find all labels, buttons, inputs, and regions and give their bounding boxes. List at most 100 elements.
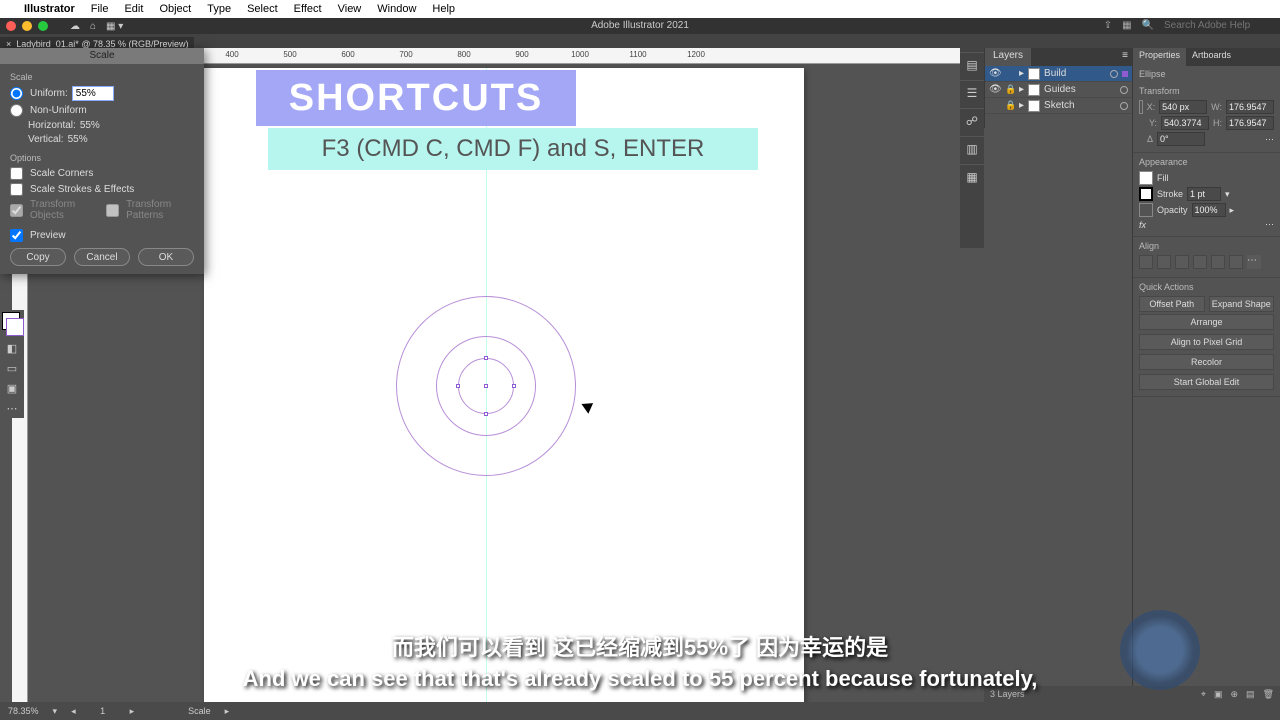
expand-layer-icon[interactable]: ▸ <box>1019 100 1024 111</box>
layer-name[interactable]: Sketch <box>1044 100 1116 111</box>
properties-icon[interactable]: ▤ <box>960 52 984 76</box>
scale-corners-checkbox[interactable] <box>10 167 23 180</box>
artboard-next-icon[interactable]: ▸ <box>130 706 135 717</box>
h-field[interactable] <box>1226 116 1274 130</box>
mac-menu-bar[interactable]: Illustrator File Edit Object Type Select… <box>0 0 1280 18</box>
right-tool-column[interactable]: ▤ ☰ ☍ ▥ ▦ <box>960 48 984 248</box>
align-bottom-icon[interactable] <box>1229 255 1243 269</box>
share-icon[interactable]: ⇪ <box>1104 20 1112 31</box>
screen-mode-icon[interactable]: ▣ <box>0 378 24 398</box>
selection-handle[interactable] <box>512 384 516 388</box>
stroke-swatch[interactable] <box>6 318 24 336</box>
opacity-dropdown-icon[interactable]: ▸ <box>1230 205 1235 216</box>
properties-panel[interactable]: Properties Artboards Ellipse Transform X… <box>1132 48 1280 702</box>
menu-effect[interactable]: Effect <box>294 3 322 15</box>
menu-select[interactable]: Select <box>247 3 278 15</box>
layer-name[interactable]: Guides <box>1044 84 1116 95</box>
stroke-weight-field[interactable] <box>1187 187 1221 201</box>
new-layer-icon[interactable]: ▤ <box>1246 689 1255 700</box>
artboard-number-field[interactable] <box>90 706 116 716</box>
recolor-button[interactable]: Recolor <box>1139 354 1274 370</box>
layer-row-guides[interactable]: 👁 🔒 ▸ Guides <box>985 82 1132 98</box>
layer-row-build[interactable]: 👁 ▸ Build <box>985 66 1132 82</box>
offset-path-button[interactable]: Offset Path <box>1139 296 1205 312</box>
layer-target-icon[interactable] <box>1110 70 1118 78</box>
global-edit-button[interactable]: Start Global Edit <box>1139 374 1274 390</box>
stroke-dropdown-icon[interactable]: ▾ <box>1225 189 1230 200</box>
artboards-tab[interactable]: Artboards <box>1186 48 1237 66</box>
menu-view[interactable]: View <box>338 3 362 15</box>
ok-button[interactable]: OK <box>138 248 194 266</box>
layer-name[interactable]: Build <box>1044 68 1106 79</box>
menu-type[interactable]: Type <box>207 3 231 15</box>
selection-handle[interactable] <box>456 384 460 388</box>
copy-button[interactable]: Copy <box>10 248 66 266</box>
angle-field[interactable] <box>1157 132 1205 146</box>
lock-toggle-icon[interactable]: 🔒 <box>1005 100 1015 111</box>
w-field[interactable] <box>1226 100 1274 114</box>
menu-help[interactable]: Help <box>432 3 455 15</box>
fill-swatch[interactable] <box>1139 171 1153 185</box>
lock-toggle-icon[interactable]: 🔒 <box>1005 84 1015 95</box>
status-dropdown-icon[interactable]: ▸ <box>225 706 230 717</box>
draw-mode-icon[interactable]: ▭ <box>0 358 24 378</box>
align-left-icon[interactable] <box>1139 255 1153 269</box>
edit-toolbar-icon[interactable]: ⋯ <box>0 398 24 418</box>
expand-layer-icon[interactable]: ▸ <box>1019 68 1024 79</box>
arrange-button[interactable]: Arrange <box>1139 314 1274 330</box>
preview-checkbox[interactable] <box>10 229 23 242</box>
menu-object[interactable]: Object <box>159 3 191 15</box>
uniform-radio[interactable] <box>10 87 23 100</box>
misc-panel-icon-2[interactable]: ▦ <box>960 164 984 188</box>
more-transform-icon[interactable]: ⋯ <box>1265 134 1274 145</box>
artboard-prev-icon[interactable]: ◂ <box>71 706 76 717</box>
uniform-value-field[interactable] <box>72 86 114 101</box>
fx-label[interactable]: fx <box>1139 220 1146 230</box>
layer-target-icon[interactable] <box>1120 86 1128 94</box>
search-icon[interactable]: 🔍 <box>1142 20 1154 31</box>
more-appearance-icon[interactable]: ⋯ <box>1265 219 1274 230</box>
menu-window[interactable]: Window <box>377 3 416 15</box>
expand-layer-icon[interactable]: ▸ <box>1019 84 1024 95</box>
comments-icon[interactable]: ☍ <box>960 108 984 132</box>
delete-layer-icon[interactable]: 🗑 <box>1263 689 1274 700</box>
menu-file[interactable]: File <box>91 3 109 15</box>
layer-row-sketch[interactable]: 🔒 ▸ Sketch <box>985 98 1132 114</box>
align-right-icon[interactable] <box>1175 255 1189 269</box>
reference-point-icon[interactable] <box>1139 100 1143 114</box>
expand-shape-button[interactable]: Expand Shape <box>1209 296 1275 312</box>
app-menu[interactable]: Illustrator <box>24 3 75 15</box>
more-align-icon[interactable]: ⋯ <box>1247 255 1261 269</box>
align-pixel-button[interactable]: Align to Pixel Grid <box>1139 334 1274 350</box>
color-mode-icon[interactable]: ◧ <box>0 338 24 358</box>
left-toolbar[interactable]: ◧ ▭ ▣ ⋯ <box>0 310 24 418</box>
zoom-readout[interactable]: 78.35% <box>8 706 39 716</box>
cancel-button[interactable]: Cancel <box>74 248 130 266</box>
make-clipping-mask-icon[interactable]: ▣ <box>1214 689 1223 700</box>
selection-handle[interactable] <box>484 356 488 360</box>
libraries-icon[interactable]: ☰ <box>960 80 984 104</box>
layer-target-icon[interactable] <box>1120 102 1128 110</box>
properties-tab[interactable]: Properties <box>1133 48 1186 66</box>
search-input[interactable] <box>1164 20 1274 31</box>
selection-handle[interactable] <box>484 412 488 416</box>
zoom-dropdown-icon[interactable]: ▾ <box>53 706 58 717</box>
arrange-docs-icon[interactable]: ▦ <box>1122 20 1131 31</box>
align-top-icon[interactable] <box>1193 255 1207 269</box>
align-hcenter-icon[interactable] <box>1157 255 1171 269</box>
align-vcenter-icon[interactable] <box>1211 255 1225 269</box>
visibility-toggle-icon[interactable]: 👁 <box>989 68 1001 79</box>
scale-dialog[interactable]: Scale Scale Uniform: Non-Uniform Horizon… <box>0 48 204 274</box>
x-field[interactable] <box>1159 100 1207 114</box>
dialog-title[interactable]: Scale <box>0 48 204 64</box>
layers-panel[interactable]: Layers ≡ 👁 ▸ Build 👁 🔒 ▸ Guides 🔒 ▸ Sket… <box>984 48 1132 128</box>
new-sublayer-icon[interactable]: ⊕ <box>1231 689 1239 700</box>
nonuniform-radio[interactable] <box>10 104 23 117</box>
scale-strokes-checkbox[interactable] <box>10 183 23 196</box>
panel-menu-icon[interactable]: ≡ <box>1118 48 1132 66</box>
menu-edit[interactable]: Edit <box>124 3 143 15</box>
locate-object-icon[interactable]: ⌖ <box>1201 689 1206 700</box>
selection-center-handle[interactable] <box>484 384 488 388</box>
y-field[interactable] <box>1161 116 1209 130</box>
visibility-toggle-icon[interactable]: 👁 <box>989 84 1001 95</box>
